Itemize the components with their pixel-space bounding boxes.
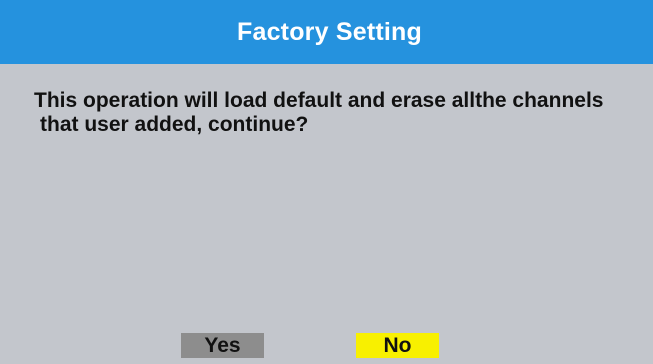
factory-setting-dialog: Factory Setting This operation will load… (0, 0, 653, 364)
dialog-message: This operation will load default and era… (34, 89, 653, 137)
title-bar: Factory Setting (0, 0, 653, 64)
yes-button[interactable]: Yes (181, 333, 264, 358)
no-button[interactable]: No (356, 333, 439, 358)
message-line-2: that user added, continue? (40, 113, 309, 136)
yes-button-label: Yes (204, 333, 241, 357)
message-line-1: This operation will load default and era… (34, 89, 604, 112)
no-button-label: No (383, 333, 412, 357)
dialog-title: Factory Setting (237, 17, 422, 46)
